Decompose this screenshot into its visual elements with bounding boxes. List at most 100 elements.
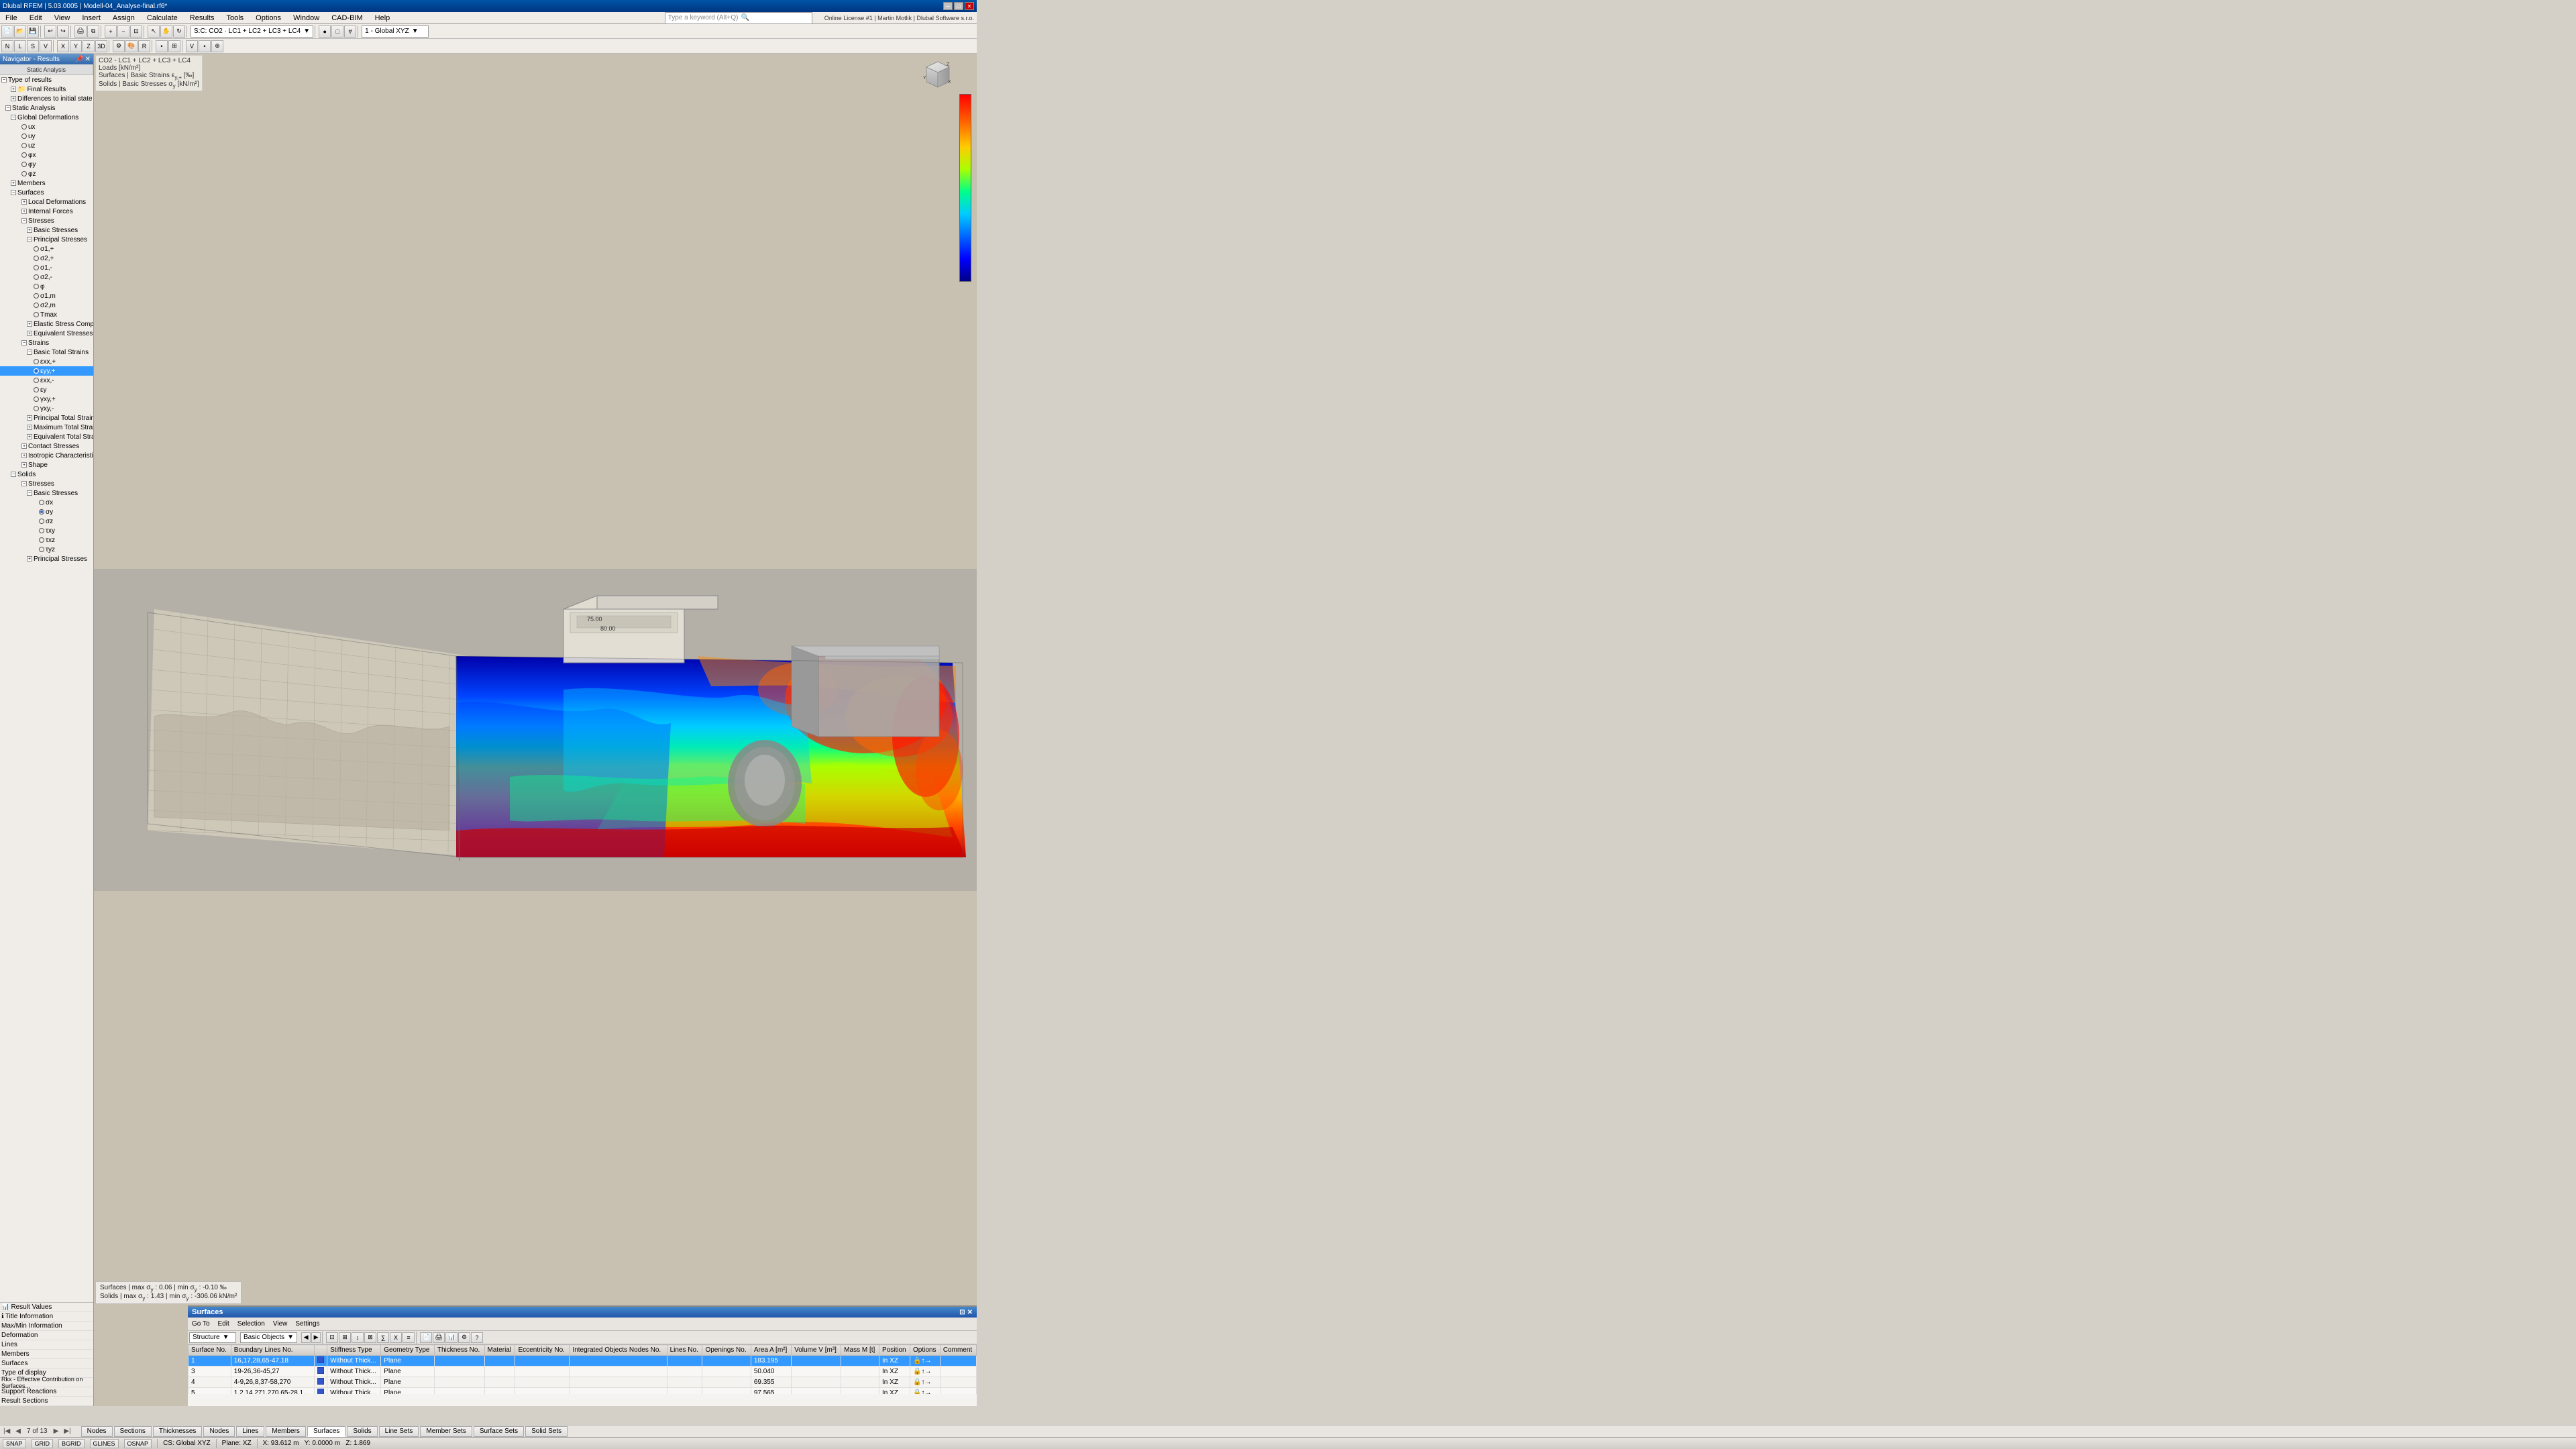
radio-icon[interactable] [21, 133, 27, 139]
nav-item-local-def[interactable]: + Local Deformations [0, 197, 93, 207]
tb-results-btn-11[interactable]: ⚙ [458, 1332, 470, 1343]
tab-member-sets[interactable]: Member Sets [420, 1426, 472, 1437]
nav-item-solids[interactable]: − Solids [0, 470, 93, 479]
tab-nodes[interactable]: Nodes [81, 1426, 113, 1437]
tb-results-btn-6[interactable]: X [390, 1332, 402, 1343]
panel-rkx[interactable]: Rkx - Effective Contribution on Surfaces… [0, 1378, 93, 1387]
radio-icon[interactable] [39, 509, 44, 515]
radio-icon[interactable] [34, 387, 39, 392]
menu-results[interactable]: Results [187, 14, 217, 22]
nav-item-shape[interactable]: + Shape [0, 460, 93, 470]
status-glines[interactable]: GLINES [90, 1439, 119, 1448]
tb-zoom-out[interactable]: − [117, 25, 129, 38]
nav-item-sigma1m[interactable]: σ1,m [0, 291, 93, 301]
expand-icon[interactable]: + [27, 321, 32, 327]
nav-item-final-results[interactable]: + 📁 Final Results [0, 85, 93, 94]
menu-view[interactable]: View [52, 14, 73, 22]
tab-thicknesses[interactable]: Thicknesses [153, 1426, 203, 1437]
results-table-container[interactable]: Surface No. Boundary Lines No. Stiffness… [188, 1344, 977, 1394]
radio-icon[interactable] [34, 284, 39, 289]
status-bgrid[interactable]: BGRID [58, 1439, 85, 1448]
tb-results-btn-5[interactable]: ∑ [377, 1332, 389, 1343]
tb-copy[interactable]: ⧉ [87, 25, 99, 38]
maximize-button[interactable]: □ [954, 2, 963, 10]
expand-icon[interactable]: + [27, 331, 32, 336]
menu-edit[interactable]: Edit [27, 14, 45, 22]
tb-results-btn-12[interactable]: ? [471, 1332, 483, 1343]
tb-mesh[interactable]: # [344, 25, 356, 38]
expand-icon[interactable]: − [1, 77, 7, 83]
tb-zview[interactable]: Z [83, 40, 95, 52]
nav-item-phiz[interactable]: φz [0, 169, 93, 178]
tb-redo[interactable]: ↪ [57, 25, 69, 38]
nav-item-isotropic[interactable]: + Isotropic Characteristics [0, 451, 93, 460]
panel-members-nav[interactable]: Members [0, 1350, 93, 1359]
expand-icon[interactable]: + [27, 425, 32, 430]
expand-icon[interactable]: + [27, 415, 32, 421]
nav-tab-static-analysis[interactable]: Static Analysis [0, 64, 93, 74]
nav-item-tmax[interactable]: Tmax [0, 310, 93, 319]
panel-result-sections[interactable]: Result Sections [0, 1397, 93, 1406]
radio-icon[interactable] [39, 519, 44, 524]
minimize-button[interactable]: ─ [943, 2, 953, 10]
status-grid[interactable]: GRID [32, 1439, 54, 1448]
nav-item-max-total[interactable]: + Maximum Total Strains [0, 423, 93, 432]
radio-icon[interactable] [34, 293, 39, 299]
nav-item-equiv-total[interactable]: + Equivalent Total Strains [0, 432, 93, 441]
nav-item-principal-stresses[interactable]: − Principal Stresses [0, 235, 93, 244]
nav-item-principal-stresses-solid[interactable]: + Principal Stresses [0, 554, 93, 564]
nav-item-members[interactable]: + Members [0, 178, 93, 188]
nav-pin-icon[interactable]: 📌 [75, 56, 83, 63]
nav-item-eyy-plus[interactable]: εyy,+ [0, 366, 93, 376]
tb-results-btn-2[interactable]: ⊞ [339, 1332, 351, 1343]
expand-icon[interactable]: − [21, 340, 27, 345]
tb-xview[interactable]: X [57, 40, 69, 52]
tb-results-btn-10[interactable]: 📊 [445, 1332, 458, 1343]
tb-solids[interactable]: V [40, 40, 52, 52]
radio-icon[interactable] [39, 537, 44, 543]
nav-item-elastic-stress[interactable]: + Elastic Stress Components [0, 319, 93, 329]
panel-result-values[interactable]: 📊 Result Values [0, 1303, 93, 1312]
nav-item-principal-total[interactable]: + Principal Total Strains [0, 413, 93, 423]
menu-tools[interactable]: Tools [223, 14, 246, 22]
menu-assign[interactable]: Assign [110, 14, 138, 22]
nav-item-equiv-stresses[interactable]: + Equivalent Stresses [0, 329, 93, 338]
nav-item-strains[interactable]: − Strains [0, 338, 93, 347]
tab-surface-sets[interactable]: Surface Sets [474, 1426, 524, 1437]
expand-icon[interactable]: + [11, 96, 16, 101]
radio-icon[interactable] [21, 171, 27, 176]
results-menu-selection[interactable]: Selection [235, 1319, 268, 1330]
tab-members[interactable]: Members [266, 1426, 306, 1437]
expand-icon[interactable]: − [27, 237, 32, 242]
tb-grid[interactable]: ⊞ [168, 40, 180, 52]
tb-save[interactable]: 💾 [27, 25, 39, 38]
status-osnap[interactable]: OSNAP [124, 1439, 152, 1448]
nav-item-ey[interactable]: εy [0, 385, 93, 394]
menu-help[interactable]: Help [372, 14, 393, 22]
nav-prev[interactable]: ◀ [13, 1428, 23, 1435]
menu-insert[interactable]: Insert [79, 14, 103, 22]
tb-lines[interactable]: L [14, 40, 26, 52]
expand-icon[interactable]: − [27, 490, 32, 496]
nav-item-tau-xz[interactable]: τxz [0, 535, 93, 545]
tb-pan[interactable]: ✋ [160, 25, 172, 38]
radio-icon[interactable] [21, 124, 27, 129]
expand-icon[interactable]: − [21, 218, 27, 223]
nav-item-sigma2-minus[interactable]: σ2,- [0, 272, 93, 282]
nav-item-gxy-plus[interactable]: γxy,+ [0, 394, 93, 404]
tb-nodes[interactable]: N [1, 40, 13, 52]
nav-item-uy[interactable]: uy [0, 131, 93, 141]
radio-icon[interactable] [34, 312, 39, 317]
tb-print[interactable]: 🖨 [74, 25, 87, 38]
nav-item-sigma2-plus[interactable]: σ2,+ [0, 254, 93, 263]
panel-deformation[interactable]: Deformation [0, 1331, 93, 1340]
tab-nodes2[interactable]: Nodes [203, 1426, 235, 1437]
table-row[interactable]: 5 1,2,14,271,270,65-28,13,66,69,262,260,… [189, 1388, 977, 1395]
tb-open[interactable]: 📂 [14, 25, 26, 38]
nav-item-basic-total-strains[interactable]: − Basic Total Strains [0, 347, 93, 357]
nav-item-basic-stresses[interactable]: + Basic Stresses [0, 225, 93, 235]
table-row[interactable]: 3 19-26,36-45,27 Without Thick... Plane … [189, 1366, 977, 1377]
results-menu-settings[interactable]: Settings [292, 1319, 322, 1330]
expand-icon[interactable]: + [21, 453, 27, 458]
radio-icon[interactable] [21, 152, 27, 158]
